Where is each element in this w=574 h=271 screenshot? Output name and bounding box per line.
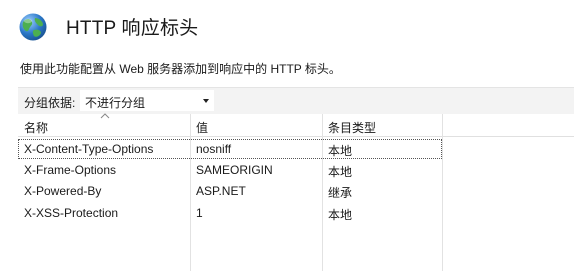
column-header-value[interactable]: 值 [196,119,208,136]
group-by-toolbar: 分组依据: 不进行分组 [18,87,574,114]
cell-value: ASP.NET [196,184,246,198]
headers-table: 名称 值 条目类型 X-Content-Type-Options nosniff… [18,113,574,271]
cell-entry-type: 本地 [328,165,353,179]
group-by-dropdown[interactable]: 不进行分组 [80,90,214,111]
table-row[interactable]: X-Frame-Options SAMEORIGIN 本地 [18,160,442,180]
cell-entry-type: 本地 [328,208,353,222]
sort-arrow-icon [100,113,110,119]
page-title: HTTP 响应标头 [66,18,199,39]
table-row[interactable]: X-Content-Type-Options nosniff 本地 [18,139,442,159]
chevron-down-icon[interactable] [203,99,209,103]
globe-icon [19,13,47,41]
cell-name: X-Powered-By [24,184,102,198]
table-row[interactable]: X-Powered-By ASP.NET 继承 [18,181,442,201]
cell-name: X-Frame-Options [24,163,117,177]
group-by-value: 不进行分组 [85,96,146,110]
cell-value: nosniff [196,142,232,156]
group-by-label: 分组依据: [24,96,76,110]
cell-name: X-XSS-Protection [24,206,119,220]
cell-value: SAMEORIGIN [196,163,273,177]
column-header-name[interactable]: 名称 [24,119,48,136]
cell-entry-type: 继承 [328,186,353,200]
page-header: HTTP 响应标头 [0,0,574,52]
column-divider[interactable] [442,114,443,271]
cell-entry-type: 本地 [328,144,353,158]
page-description: 使用此功能配置从 Web 服务器添加到响应中的 HTTP 标头。 [20,62,341,76]
table-row[interactable]: X-XSS-Protection 1 本地 [18,203,442,223]
cell-name: X-Content-Type-Options [24,142,154,156]
cell-value: 1 [196,206,203,220]
http-response-headers-page: HTTP 响应标头 使用此功能配置从 Web 服务器添加到响应中的 HTTP 标… [0,0,574,271]
column-header-entry-type[interactable]: 条目类型 [328,119,376,136]
table-header: 名称 值 条目类型 [18,113,574,137]
